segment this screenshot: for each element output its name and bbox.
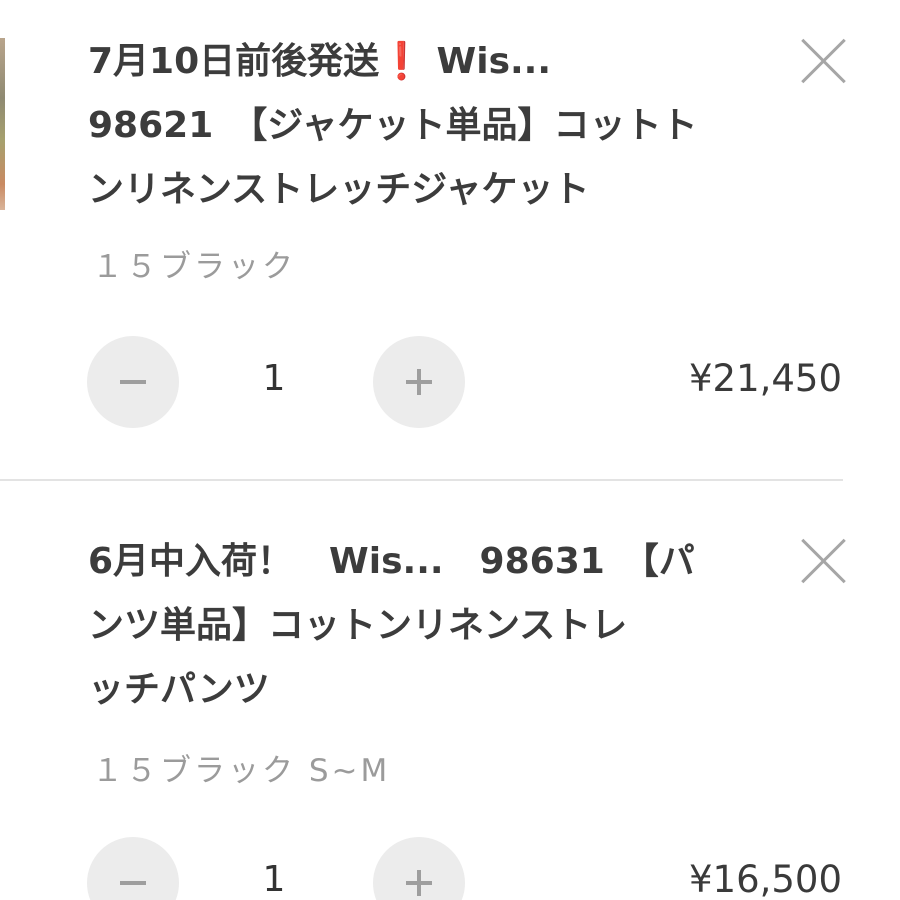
cart-item: 6月中入荷！ Wis... 98631 【パ ンツ単品】コットンリネンストレ ッ… — [0, 481, 900, 900]
product-title-line: ンツ単品】コットンリネンストレ — [88, 605, 628, 646]
quantity-value: 1 — [262, 358, 286, 399]
close-icon[interactable] — [800, 38, 846, 84]
product-title-line: 98621 【ジャケット単品】コットト — [88, 105, 698, 146]
close-icon[interactable] — [800, 538, 846, 584]
product-title-line: ンリネンストレッチジャケット — [88, 169, 590, 210]
quantity-increment-button[interactable] — [373, 837, 465, 900]
quantity-decrement-button[interactable] — [87, 336, 179, 428]
product-variant: １５ブラック — [92, 249, 296, 285]
quantity-decrement-button[interactable] — [87, 837, 179, 900]
product-title[interactable]: 7月10日前後発送❗ Wis... 98621 【ジャケット単品】コットト ンリ… — [88, 30, 778, 222]
item-price: ¥21,450 — [688, 357, 842, 400]
cart-list: 7月10日前後発送❗ Wis... 98621 【ジャケット単品】コットト ンリ… — [0, 0, 900, 900]
item-price: ¥16,500 — [688, 858, 842, 900]
quantity-value: 1 — [262, 859, 286, 900]
exclamation-icon: ❗ — [379, 41, 424, 82]
product-title-line: ッチパンツ — [88, 669, 270, 710]
product-title-line: 7月10日前後発送❗ Wis... — [88, 41, 552, 82]
product-title[interactable]: 6月中入荷！ Wis... 98631 【パ ンツ単品】コットンリネンストレ ッ… — [88, 530, 778, 722]
quantity-increment-button[interactable] — [373, 336, 465, 428]
product-title-line: 6月中入荷！ Wis... 98631 【パ — [88, 541, 695, 582]
product-variant: １５ブラック S~M — [92, 753, 391, 789]
cart-item: 7月10日前後発送❗ Wis... 98621 【ジャケット単品】コットト ンリ… — [0, 0, 900, 480]
